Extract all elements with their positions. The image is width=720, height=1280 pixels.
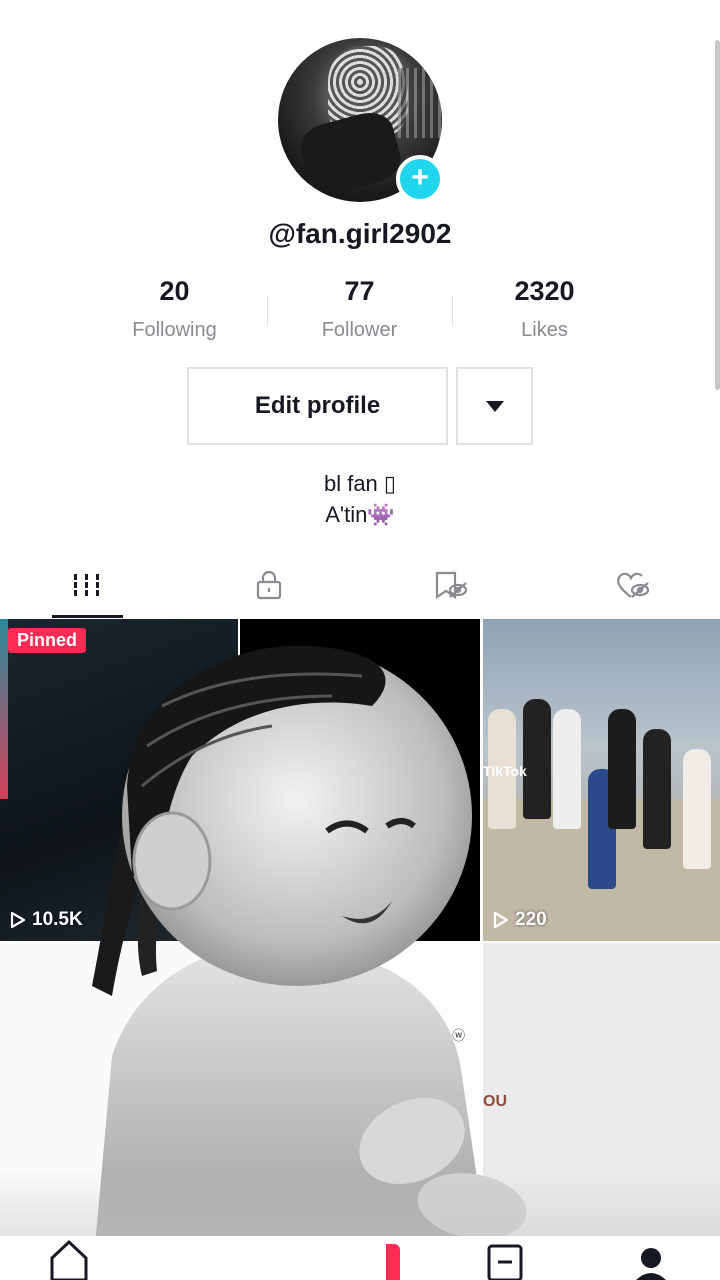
nav-home[interactable] [48,1236,90,1280]
follower-label: Follower [321,319,398,341]
tab-videos[interactable] [52,560,122,610]
lock-icon [256,570,282,600]
home-icon [50,1239,88,1280]
active-tab-indicator [52,615,123,618]
profile-bio: bl fan ▯ A'tin👾 [0,468,720,530]
bottom-nav [0,1236,720,1280]
stat-divider [452,296,453,326]
tab-liked[interactable] [598,560,668,610]
create-plus-icon[interactable] [386,1244,400,1280]
following-count: 20 [159,276,190,306]
nav-inbox[interactable] [486,1236,524,1280]
stat-followers[interactable]: 77 Follower [267,276,452,346]
stat-divider [267,296,268,326]
nav-profile[interactable] [634,1236,668,1280]
profile-tabs [0,560,720,620]
caret-down-icon [485,400,504,412]
inbox-icon [487,1244,523,1280]
bio-line-1: bl fan ▯ [323,471,397,496]
likes-label: Likes [521,319,568,341]
grid-icon [74,574,99,596]
likes-count: 2320 [514,276,575,306]
scrollbar[interactable] [715,40,720,390]
profile-icon [636,1248,666,1280]
profile-stats: 20 Following 77 Follower 2320 Likes [82,276,638,346]
more-options-dropdown-button[interactable] [456,367,533,445]
stat-following[interactable]: 20 Following [82,276,267,346]
heart-hidden-icon [617,572,650,598]
following-label: Following [132,319,217,341]
play-icon [10,911,26,929]
edit-profile-button[interactable]: Edit profile [187,367,448,445]
alien-monster-icon: 👾 [367,502,395,527]
username: @fan.girl2902 [268,218,452,249]
tab-private[interactable] [234,560,304,610]
add-avatar-plus-icon[interactable]: + [396,155,444,203]
tab-favorites[interactable] [416,560,486,610]
follower-count: 77 [344,276,375,306]
bio-line-2: A'tin👾 [325,502,395,527]
bookmark-hidden-icon [435,571,468,600]
stat-likes[interactable]: 2320 Likes [452,276,637,346]
